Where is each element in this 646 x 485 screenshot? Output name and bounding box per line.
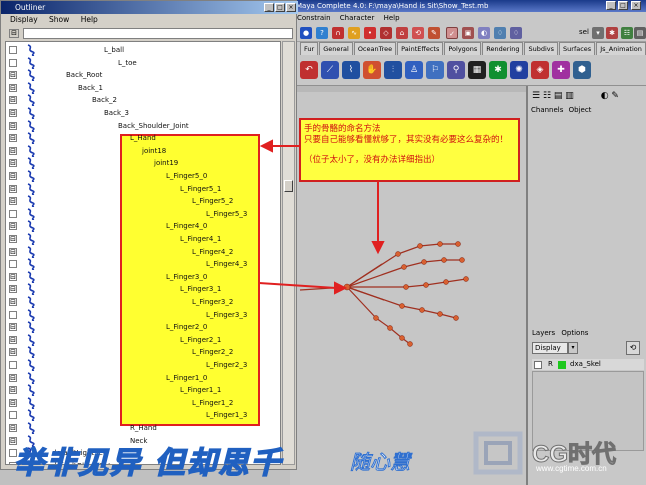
annotation-arrows xyxy=(258,139,385,295)
arrow-hierarchy-to-hand xyxy=(258,282,337,289)
arrow-head-down xyxy=(371,241,385,255)
arrow-head-left xyxy=(259,139,273,153)
arrow-head-right xyxy=(334,281,348,295)
